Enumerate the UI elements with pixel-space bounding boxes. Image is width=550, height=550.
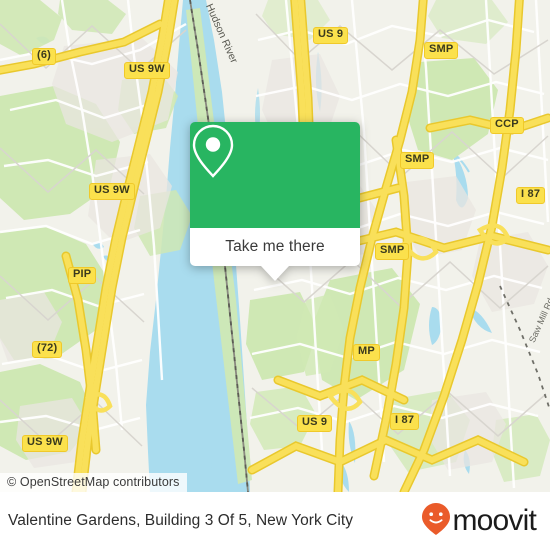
highway-shield[interactable]: SMP: [375, 243, 410, 260]
highway-shield[interactable]: US 9W: [89, 183, 135, 200]
highway-shield[interactable]: SMP: [424, 42, 459, 59]
highway-shield[interactable]: PIP: [68, 267, 97, 284]
take-me-there-button[interactable]: Take me there: [190, 228, 360, 266]
take-me-there-label: Take me there: [225, 238, 325, 255]
place-title: Valentine Gardens, Building 3 Of 5, New …: [8, 512, 354, 529]
highway-shield[interactable]: US 9W: [22, 435, 68, 452]
bottom-bar: Valentine Gardens, Building 3 Of 5, New …: [0, 492, 550, 550]
highway-shield[interactable]: I 87: [516, 187, 546, 204]
map-attribution[interactable]: © OpenStreetMap contributors: [0, 473, 187, 492]
moovit-wordmark: moovit: [452, 504, 536, 537]
highway-shield[interactable]: MP: [353, 344, 380, 361]
popup-pointer: [261, 266, 289, 281]
map-screenshot: Hudson River Saw Mill Rd (6) US 9W US 9 …: [0, 0, 550, 550]
location-popup-card[interactable]: Take me there: [190, 122, 360, 281]
highway-shield[interactable]: SMP: [400, 152, 435, 169]
highway-shield[interactable]: (72): [32, 341, 63, 358]
highway-shield[interactable]: US 9W: [124, 62, 170, 79]
moovit-logo[interactable]: moovit: [421, 502, 537, 541]
map-canvas[interactable]: Hudson River Saw Mill Rd (6) US 9W US 9 …: [0, 0, 550, 492]
popup-header: [190, 122, 360, 228]
highway-shield[interactable]: US 9: [297, 415, 333, 432]
highway-shield[interactable]: (6): [32, 48, 57, 65]
highway-shield[interactable]: I 87: [390, 413, 420, 430]
highway-shield[interactable]: US 9: [313, 27, 349, 44]
highway-shield[interactable]: CCP: [490, 117, 524, 134]
moovit-pin-smiley-icon: [421, 502, 451, 541]
